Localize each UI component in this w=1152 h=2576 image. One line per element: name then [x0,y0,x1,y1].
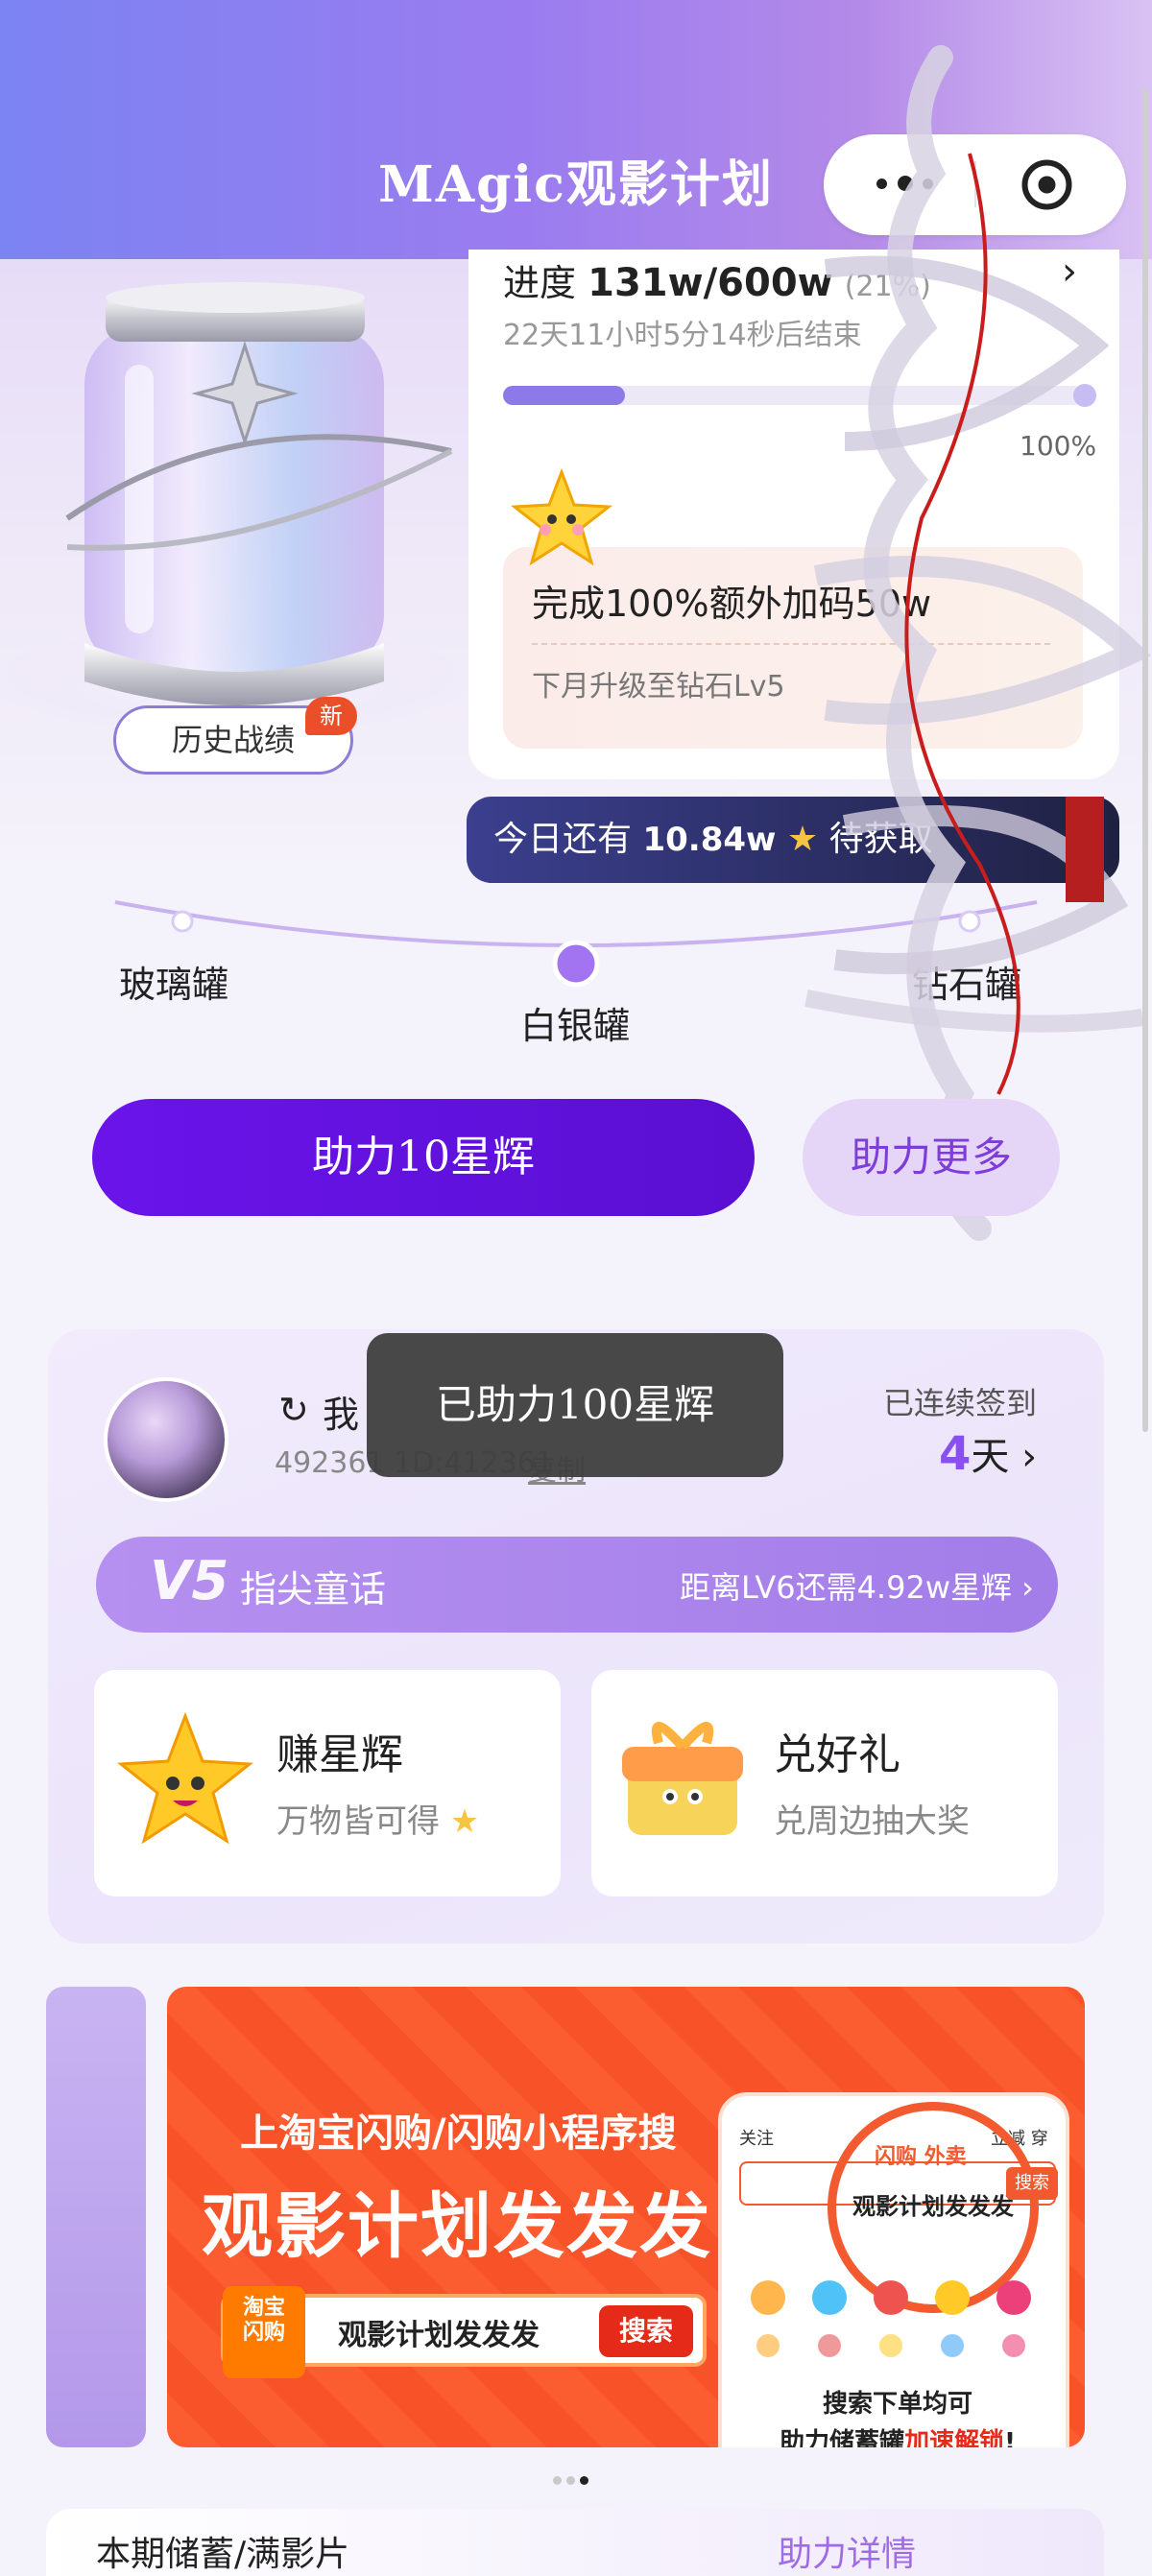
banner-line1: 上淘宝闪购/闪购小程序搜 [240,2111,677,2156]
streak-days: 4 [939,1427,972,1481]
earn-stars-card[interactable]: 赚星辉 万物皆可得 ★ [94,1670,561,1896]
gift-box-icon [611,1708,755,1852]
banner-search-text: 观影计划发发发 [338,2319,540,2352]
phone-footer-line2: 助力储蓄罐加速解锁! [780,2428,1016,2447]
target-circle-icon[interactable] [1020,158,1073,211]
progress-target: 600w [717,261,833,305]
streak-unit: 天 [971,1435,1010,1479]
vip-next-text: 距离LV6还需4.92w星辉 [680,1569,1012,1606]
phone-query: 观影计划发发发 [852,2193,1014,2220]
jar-illustration [0,259,470,758]
chevron-right-icon: › [1009,1435,1038,1479]
redeem-gifts-card[interactable]: 兑好礼 兑周边抽大奖 [591,1670,1058,1896]
user-name: 我 [323,1394,360,1436]
bottom-right-link[interactable]: 助力详情 [778,2526,916,2576]
mini-program-capsule [824,134,1126,235]
task-subtitle: 万物皆可得 ★ [276,1802,480,1841]
phone-tabs: 关注 [739,2129,774,2149]
avatar[interactable] [104,1377,228,1502]
streak-value[interactable]: 4天 › [939,1425,1037,1481]
progress-bar-end-dot [1073,384,1096,407]
progress-separator: / [703,261,718,305]
boost-button[interactable]: 助力10星辉 [92,1099,755,1216]
bonus-divider [532,643,1050,645]
countdown-text: 22天11小时5分14秒后结束 [503,319,862,352]
pager-dot-active[interactable] [580,2476,588,2485]
vip-level: V5 [150,1550,229,1612]
promo-banner[interactable]: 上淘宝闪购/闪购小程序搜 观影计划发发发 淘宝 闪购 观影计划发发发 搜索 关注 … [167,1987,1085,2447]
bonus-title: 完成100%额外加码50w [532,583,932,625]
refresh-icon[interactable]: ↻ [278,1389,309,1431]
bottom-left-title: 本期储蓄/满影片 [96,2535,350,2574]
level-silver[interactable]: 白银罐 [520,996,630,1049]
phone-tag: 闪购 外卖 [875,2145,967,2169]
phone-footer-line1: 搜索下单均可 [822,2390,972,2419]
pager-dot[interactable] [566,2476,575,2485]
chevron-right-icon: › [1012,1569,1034,1606]
vip-name: 指尖童话 [240,1568,387,1610]
pager-dot[interactable] [553,2476,562,2485]
page-title: MAgic观影计划 [378,155,774,214]
chevron-right-icon[interactable]: › [1062,250,1077,294]
phone-search-button: 搜索 [1006,2167,1058,2200]
task-title: 赚星辉 [276,1730,403,1779]
carousel-prev-slide[interactable] [46,1987,146,2447]
star-mascot-icon [509,466,614,572]
task-subtitle: 兑周边抽大奖 [774,1802,970,1841]
banner-line2: 观影计划发发发 [202,2185,712,2268]
star-icon: ★ [440,1802,480,1841]
task-title: 兑好礼 [774,1730,900,1779]
level-glass[interactable]: 玻璃罐 [119,955,228,1008]
banner-search-button: 搜索 [599,2305,693,2357]
new-badge: 新 [305,697,357,735]
bonus-subtitle: 下月升级至钻石Lv5 [532,670,785,704]
bonus-box: 完成100%额外加码50w 下月升级至钻石Lv5 [503,547,1083,749]
phone-category-icons [741,2269,1054,2365]
level-diamond[interactable]: 钻石罐 [912,955,1021,1008]
progress-title: 进度 131w/600w (21%) [503,253,931,306]
scrollbar[interactable] [1142,88,1148,1432]
boost-more-button[interactable]: 助力更多 [803,1099,1060,1216]
progress-end-label: 100% [1020,430,1097,462]
capsule-divider [974,161,976,207]
banner-search-box: 淘宝 闪购 观影计划发发发 搜索 [221,2286,707,2378]
progress-label: 进度 [503,262,577,304]
streak-label: 已连续签到 [883,1385,1038,1421]
progress-bar-fill [503,386,625,405]
vip-next-level: 距离LV6还需4.92w星辉 › [680,1563,1034,1608]
taobao-flash-logo: 淘宝 闪购 [223,2286,305,2378]
carousel-pager [553,2470,593,2489]
progress-current: 131w [588,261,704,305]
vip-bar[interactable]: V5 指尖童话 距离LV6还需4.92w星辉 › [96,1537,1058,1633]
toast-message: 已助力100星辉 [367,1333,783,1477]
progress-bar-track [503,384,1096,407]
more-dots-icon[interactable] [867,159,963,207]
phone-mockup: 关注 立减 穿 闪购 外卖 观影计划发发发 搜索 搜索下单均可 助力储蓄罐加速解… [718,2092,1069,2447]
star-mascot-icon [113,1708,257,1852]
progress-percent: (21%) [844,270,931,303]
